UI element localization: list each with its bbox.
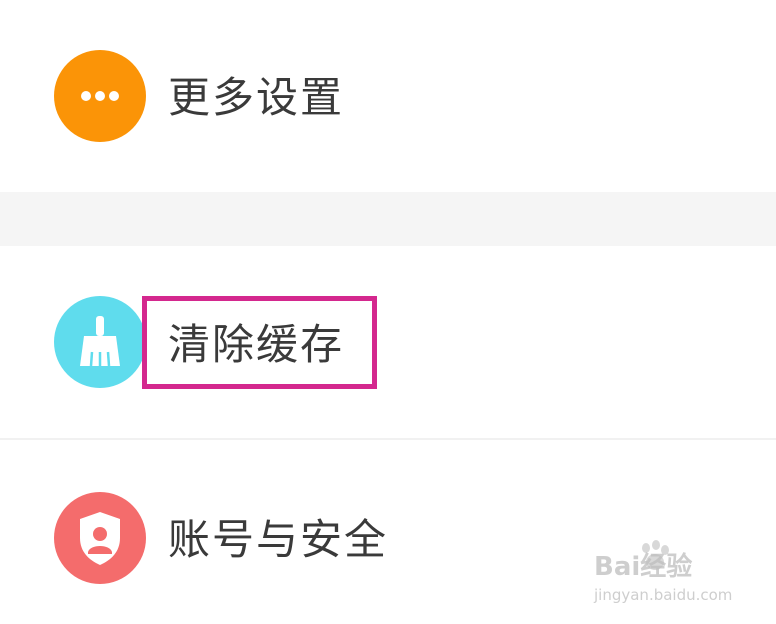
watermark-url: jingyan.baidu.com [594, 586, 733, 604]
broom-icon [54, 296, 146, 388]
settings-screen: 更多设置 清除缓存 账号与安全 Bai经验 jingyan.baidu.com [0, 0, 776, 624]
settings-item-label: 更多设置 [168, 73, 345, 122]
settings-item-clear-cache[interactable]: 清除缓存 [0, 246, 776, 438]
more-dots-icon [54, 50, 146, 142]
watermark-brand: Bai经验 [594, 552, 693, 582]
shield-user-icon [54, 492, 146, 584]
settings-item-label: 账号与安全 [168, 515, 389, 564]
section-gap [0, 192, 776, 246]
baidu-jingyan-watermark: Bai经验 jingyan.baidu.com [588, 538, 738, 608]
settings-item-label: 清除缓存 [168, 320, 345, 369]
settings-item-more[interactable]: 更多设置 [0, 0, 776, 192]
